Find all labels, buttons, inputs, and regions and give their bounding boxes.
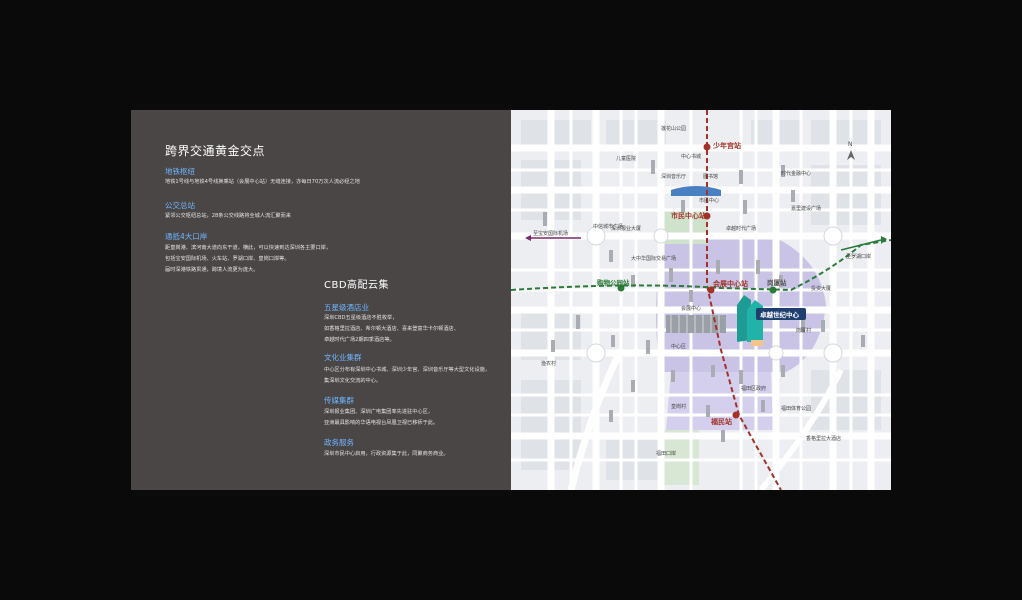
station-label-fumin: 福民站: [710, 417, 732, 426]
svg-text:N: N: [848, 141, 853, 148]
map-label-futian-government: 福田区政府: [741, 385, 766, 392]
map-label-convention-center: 会展中心: [681, 305, 701, 312]
station-marker-shaoniangong: [703, 143, 711, 151]
map-label-excellence-plaza: 卓越时代广场: [726, 225, 756, 232]
section-title-hotels: 五星级酒店业: [324, 303, 369, 312]
map-label-trade-plaza: 大中华国际交易广场: [631, 255, 676, 262]
map-label-yunong-village: 渔农村: [541, 360, 556, 367]
section-text-hotels-1: 深圳CBD五星级酒店不胜枚举，: [324, 315, 398, 321]
section-text-culture-2: 集深圳文化交流的中心。: [324, 378, 382, 384]
section-text-metro: 地铁1号线与地铁4号线换乘站（会展中心站）无缝连接，亦每日70万次人流必经之地: [165, 179, 360, 185]
section-title-media: 传媒集群: [324, 396, 354, 405]
project-base: [751, 340, 763, 346]
section-text-government: 深圳市民中心启用，行政资源集于此，同聚商务商业。: [324, 451, 449, 457]
map-label-childrens-hospital: 儿童医院: [616, 155, 636, 162]
section-text-media-2: 亚洲最具影响的华语电视台凤凰卫视已移师于此。: [324, 420, 439, 426]
location-map: 卓越世纪中心 少年宫站 市民中心站 会展中心站 福民站 购物公园站 岗厦站 中心…: [511, 110, 891, 490]
section-text-bus: 紧邻公交枢纽总站，28条公交线路将全城人流汇聚而来: [165, 213, 291, 219]
arrow-label-luohu: 至罗湖口岸: [846, 253, 871, 260]
map-label-huanggang-village: 皇岗村: [671, 403, 686, 410]
map-label-civic-center: 市民中心: [699, 197, 719, 204]
brochure-spread: 跨界交通黄金交点 地铁枢纽 地铁1号线与地铁4号线换乘站（会展中心站）无缝连接，…: [131, 110, 891, 490]
map-label-futian-port: 福田口岸: [656, 450, 676, 457]
heading-transport: 跨界交通黄金交点: [165, 144, 266, 158]
arrow-label-airport: 至宝安国际机场: [533, 230, 568, 237]
map-label-citic-plaza: 中信城市广场: [593, 223, 623, 230]
section-title-government: 政务服务: [324, 438, 354, 447]
heading-cbd: CBD高配云集: [324, 280, 390, 291]
section-title-metro: 地铁枢纽: [165, 167, 195, 176]
station-label-shaoniangong: 少年宫站: [712, 141, 741, 150]
section-text-ports-1: 距皇岗港、滨河南大道向东干道，横此，可以快速到达深圳各主要口岸，: [165, 245, 332, 251]
map-label-library: 图书馆: [703, 173, 718, 180]
map-label-gangxia-village: 岗厦村: [796, 327, 811, 334]
station-marker-gangxia: [769, 286, 777, 294]
text-panel: 跨界交通黄金交点 地铁枢纽 地铁1号线与地铁4号线换乘站（会展中心站）无缝连接，…: [131, 110, 511, 490]
section-text-media-1: 深圳报业集团、深圳广电集团率先进驻中心区，: [324, 409, 433, 415]
station-label-shopping-park: 购物公园站: [597, 278, 630, 287]
project-label: 卓越世纪中心: [760, 310, 800, 319]
map-label-lianhuashan: 莲花山公园: [661, 125, 686, 132]
map-label-sports-park: 福田体育公园: [781, 405, 811, 412]
map-label-finance-center: 时代金融中心: [781, 170, 811, 177]
map-label-shangri-la: 香格里拉大酒店: [806, 435, 841, 442]
section-text-hotels-2: 如香格里拉酒店、希尔顿大酒店、喜来登富华卡尔顿酒店、: [324, 326, 459, 332]
station-marker-fumin: [732, 411, 740, 419]
section-text-ports-2: 包括宝安国际机场、火车站、罗湖口岸、皇岗口岸等。: [165, 256, 290, 262]
station-label-civic-center: 市民中心站: [671, 211, 706, 220]
map-label-investment-tower: 投资大厦: [811, 285, 831, 292]
map-label-kerry-plaza: 嘉里建设广场: [791, 205, 821, 212]
map-label-concert-hall: 深圳音乐厅: [661, 173, 686, 180]
section-text-ports-3: 届时深港铁路贯通，跨境人流更为庞大。: [165, 267, 259, 273]
section-title-culture: 文化业集群: [324, 353, 362, 362]
station-label-gangxia: 岗厦站: [767, 278, 787, 287]
map-label-book-city: 中心书城: [681, 153, 701, 160]
map-label-center-district: 中心区: [671, 343, 686, 350]
map-canvas: 卓越世纪中心 少年宫站 市民中心站 会展中心站 福民站 购物公园站 岗厦站 中心…: [511, 110, 891, 490]
section-title-bus: 公交总站: [165, 201, 195, 210]
section-text-culture-1: 中心区分布有深圳中心书城、深圳少年宫、深圳音乐厅等大型文化设施，: [324, 367, 491, 373]
convention-center-building: [666, 315, 726, 333]
station-label-convention: 会展中心站: [713, 279, 748, 288]
section-text-hotels-3: 卓越时代广场2期四季酒店等。: [324, 337, 395, 343]
section-title-ports: 通抵4大口岸: [165, 232, 208, 241]
